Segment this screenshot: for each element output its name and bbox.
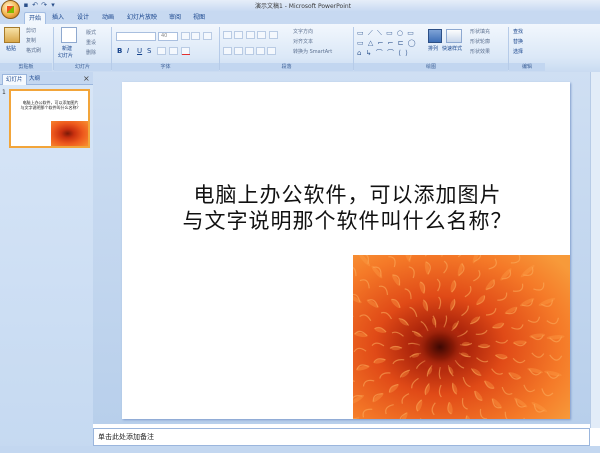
shrink-font-button[interactable]	[191, 32, 200, 40]
dropdown-icon[interactable]: ▾	[49, 1, 57, 9]
tab-slides[interactable]: 幻灯片	[2, 74, 27, 85]
quick-styles-button[interactable]: 快速样式	[442, 45, 462, 52]
cut-button[interactable]: 剪切	[26, 27, 36, 34]
close-pane-icon[interactable]: ×	[83, 74, 90, 83]
tab-view[interactable]: 视图	[189, 12, 209, 23]
slide-title-textbox[interactable]: 电脑上办公软件，可以添加图片 与文字说明那个软件叫什么名称？	[150, 182, 545, 234]
numbering-button[interactable]	[234, 31, 243, 39]
delete-button[interactable]: 删除	[86, 49, 96, 56]
char-spacing-button[interactable]	[157, 47, 166, 55]
slides-group-label: 幻灯片	[54, 63, 111, 71]
tab-review[interactable]: 审阅	[165, 12, 185, 23]
paste-icon[interactable]	[4, 27, 20, 43]
align-text-button[interactable]: 对齐文本	[293, 38, 313, 45]
replace-button[interactable]: 替换	[513, 38, 523, 45]
undo-icon[interactable]: ↶	[31, 1, 39, 9]
format-painter-button[interactable]: 格式刷	[26, 47, 41, 54]
status-bar	[0, 446, 600, 453]
font-name-combo[interactable]	[116, 32, 156, 41]
italic-button[interactable]: I	[127, 47, 129, 55]
text-direction-button[interactable]: 文字方向	[293, 28, 313, 35]
arrange-icon[interactable]	[428, 29, 442, 43]
copy-button[interactable]: 复制	[26, 37, 36, 44]
font-color-bar	[182, 54, 190, 55]
window-title: 演示文稿1 - Microsoft PowerPoint	[254, 3, 352, 10]
office-button[interactable]	[1, 0, 20, 19]
tab-animations[interactable]: 动画	[98, 12, 118, 23]
save-icon[interactable]: ▪	[22, 1, 30, 9]
notes-pane[interactable]	[93, 428, 590, 446]
strikethrough-button[interactable]: S	[147, 47, 151, 55]
paragraph-group-label: 段落	[220, 63, 353, 71]
new-slide-button[interactable]: 新建	[62, 45, 72, 52]
bullets-button[interactable]	[223, 31, 232, 39]
align-left-button[interactable]	[223, 47, 232, 55]
align-center-button[interactable]	[234, 47, 243, 55]
tab-insert[interactable]: 插入	[48, 12, 68, 23]
tab-design[interactable]: 设计	[73, 12, 93, 23]
select-button[interactable]: 选择	[513, 48, 523, 55]
shape-fill-button[interactable]: 形状填充	[470, 28, 490, 35]
smartart-button[interactable]: 转换为 SmartArt	[293, 48, 332, 55]
underline-button[interactable]: U	[137, 47, 142, 55]
shape-effects-button[interactable]: 形状效果	[470, 48, 490, 55]
thumbnail-flower-image	[51, 121, 88, 146]
tab-home[interactable]: 开始	[24, 12, 47, 24]
align-right-button[interactable]	[245, 47, 254, 55]
columns-button[interactable]	[267, 47, 276, 55]
clear-format-button[interactable]	[203, 32, 212, 40]
shapes-gallery[interactable]: ▭ ⟋ ⟍ ▭ ○ ▭ ▭ △ ⌐ ⌐ ⊏ ◯ ⌂ ↳ ⌒ ⌒ ⟨ ⟩	[357, 28, 417, 58]
reset-button[interactable]: 重设	[86, 39, 96, 46]
slide-title-line1: 电脑上办公软件，可以添加图片	[193, 183, 502, 207]
line-spacing-button[interactable]	[269, 31, 278, 39]
quick-styles-icon[interactable]	[446, 29, 462, 43]
slide-title-line2: 与文字说明那个软件叫什么名称？	[182, 209, 513, 233]
increase-indent-button[interactable]	[257, 31, 266, 39]
find-button[interactable]: 查找	[513, 28, 523, 35]
notes-placeholder: 单击此处添加备注	[98, 433, 154, 441]
flower-image[interactable]	[353, 255, 570, 419]
thumbnail-title: 电脑上办公软件，可以添加图片 与文字说明那个软件叫什么名称？	[20, 100, 81, 110]
arrange-button[interactable]: 排列	[428, 45, 438, 52]
drawing-group-label: 绘图	[354, 63, 508, 71]
new-slide-label-line2: 幻灯片	[58, 53, 74, 59]
grow-font-button[interactable]	[181, 32, 190, 40]
redo-icon[interactable]: ↷	[40, 1, 48, 9]
paste-button[interactable]: 粘贴	[6, 45, 16, 52]
new-slide-icon[interactable]	[61, 27, 77, 43]
office-logo-icon	[7, 6, 14, 13]
font-size-combo[interactable]: 40	[158, 32, 178, 41]
bold-button[interactable]: B	[117, 47, 122, 55]
decrease-indent-button[interactable]	[246, 31, 255, 39]
slide-number: 1	[2, 89, 6, 96]
tab-slideshow[interactable]: 幻灯片放映	[123, 12, 161, 23]
layout-button[interactable]: 版式	[86, 29, 96, 36]
change-case-button[interactable]	[169, 47, 178, 55]
clipboard-group-label: 剪贴板	[0, 63, 52, 71]
justify-button[interactable]	[256, 47, 265, 55]
tab-outline[interactable]: 大纲	[26, 74, 43, 84]
slide-thumbnail[interactable]: 电脑上办公软件，可以添加图片 与文字说明那个软件叫什么名称？	[9, 89, 90, 148]
editing-group-label: 编辑	[509, 63, 545, 71]
shape-outline-button[interactable]: 形状轮廓	[470, 38, 490, 45]
font-group-label: 字体	[112, 63, 219, 71]
vertical-scrollbar[interactable]	[590, 72, 600, 428]
